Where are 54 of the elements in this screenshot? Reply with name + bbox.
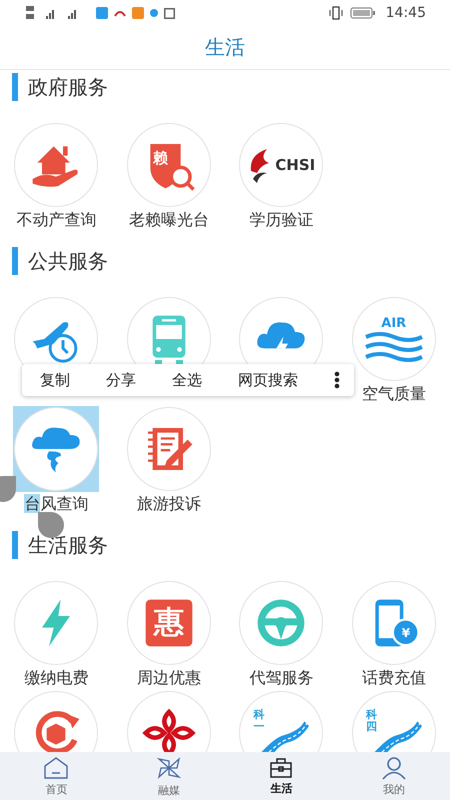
service-label: 缴纳电费: [24, 668, 88, 689]
service-button[interactable]: 惠: [126, 580, 212, 666]
service-button[interactable]: 科四: [350, 690, 437, 752]
service-button[interactable]: 科一: [238, 690, 324, 752]
more-icon[interactable]: [334, 371, 340, 389]
service-button[interactable]: AIR: [350, 296, 437, 382]
section-title: 生活服务: [28, 532, 108, 558]
service-button[interactable]: [13, 406, 100, 492]
service-button[interactable]: CHSI: [238, 122, 324, 208]
service-label: 老赖曝光台: [128, 210, 209, 231]
logo-text: CHSI: [275, 156, 316, 174]
page-title: 生活: [205, 34, 245, 61]
briefcase-icon: [269, 756, 294, 778]
status-time: 14:45: [386, 5, 426, 21]
menu-item[interactable]: 复制: [40, 370, 70, 390]
vibrate-icon: [328, 6, 344, 20]
waves-icon: [364, 330, 424, 362]
service-label: 空气质量: [362, 384, 426, 405]
app-notification-icon: [132, 7, 144, 19]
section-marker: [12, 247, 18, 275]
road-glyph: 科四: [366, 709, 378, 734]
person-icon: [380, 756, 407, 780]
menu-item[interactable]: 网页搜索: [238, 370, 298, 390]
app-notification-icon: [150, 9, 158, 17]
section-title: 政府服务: [28, 74, 108, 100]
menu-item[interactable]: 全选: [172, 370, 202, 390]
tab[interactable]: 首页: [0, 752, 112, 800]
service-label: 周边优惠: [136, 668, 201, 689]
air-text: AIR: [381, 316, 406, 330]
section-marker: [12, 531, 18, 559]
road-glyph: 科一: [253, 709, 266, 734]
section-marker: [12, 73, 18, 101]
service-label: 旅游投诉: [136, 494, 201, 515]
shield-glyph: 赖: [152, 151, 168, 166]
service-button[interactable]: ¥: [350, 580, 437, 666]
service-button[interactable]: 赖: [126, 122, 212, 208]
service-label: 不动产查询: [16, 210, 96, 231]
yen-glyph: ¥: [402, 627, 410, 639]
tab[interactable]: 融媒: [112, 752, 225, 800]
service-label: 学历验证: [249, 210, 314, 231]
menu-item[interactable]: 分享: [106, 370, 136, 390]
app-notification-icon: [96, 7, 108, 19]
service-label: 台风查询: [24, 494, 88, 515]
tile-glyph: 惠: [154, 608, 184, 638]
tab[interactable]: 生活: [225, 752, 338, 800]
app-notification-icon: [114, 9, 126, 17]
pinwheel-icon: [154, 754, 183, 780]
tab[interactable]: 我的: [338, 752, 450, 800]
section-title: 公共服务: [28, 248, 108, 274]
service-label: 代驾服务: [249, 668, 314, 689]
app-notification-icon: [164, 8, 175, 18]
service-label: 话费充值: [362, 668, 426, 689]
home-icon: [43, 756, 70, 780]
battery-icon: [350, 7, 376, 19]
